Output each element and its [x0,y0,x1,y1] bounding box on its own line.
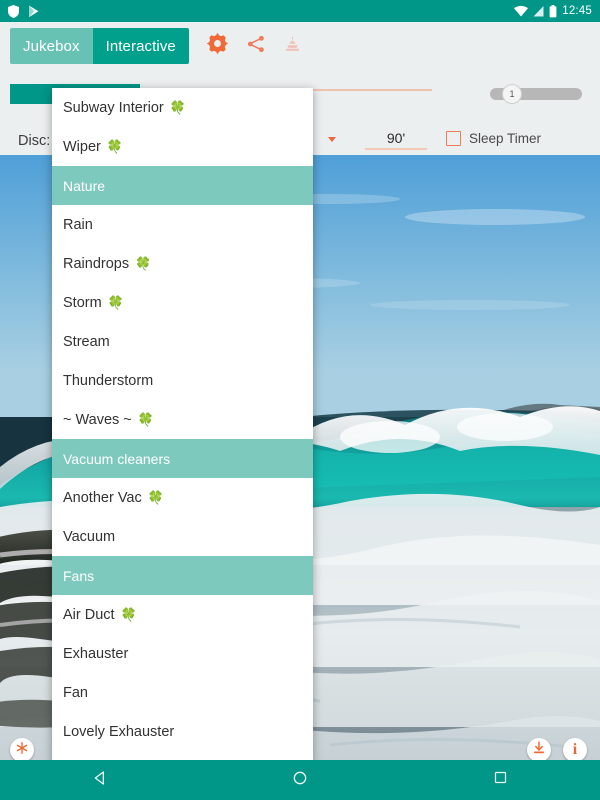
download-button[interactable] [527,738,551,762]
nav-recents-button[interactable] [470,760,530,800]
dropdown-category-header: Nature [52,166,313,205]
clover-icon: 🍀 [106,139,124,154]
clover-icon: 🍀 [147,490,164,505]
status-bar-left-icons [8,4,40,18]
clover-icon: 🍀 [137,412,154,427]
clover-icon: 🍀 [169,100,186,115]
dropdown-item[interactable]: Thunderstorm [52,361,313,400]
wifi-icon [514,5,529,17]
dropdown-item[interactable]: Stream [52,322,313,361]
chevron-down-icon[interactable] [328,137,336,142]
info-button[interactable]: i [563,738,587,762]
dropdown-item[interactable]: ~ Waves ~ 🍀 [52,400,313,439]
duration-underline [365,148,427,150]
duration-field[interactable]: 90' [365,128,427,150]
dropdown-item-label: Storm [63,294,102,311]
dropdown-item-label: ~ Waves ~ [63,411,132,428]
dropdown-category-header: Fans [52,556,313,595]
dropdown-item-label: Raindrops [63,255,130,272]
volume-knob[interactable]: 1 [502,84,522,104]
clover-icon: 🍀 [107,295,124,310]
volume-slider[interactable]: 1 [484,84,582,104]
disc-label: Disc: [18,133,51,149]
app-toolbar: Jukebox Interactive [10,28,302,64]
shield-icon [8,4,19,18]
dropdown-item[interactable]: Wiper 🍀 [52,127,313,166]
status-bar-clock: 12:45 [562,5,592,17]
dropdown-item[interactable]: Exhauster [52,634,313,673]
play-store-icon [28,5,40,18]
mode-tabs: Jukebox Interactive [10,28,189,64]
clover-icon: 🍀 [135,256,152,271]
sleep-timer-label: Sleep Timer [469,131,542,146]
info-icon: i [572,741,578,758]
dropdown-item-label: Fan [63,684,88,701]
nav-home-icon [292,770,308,791]
dropdown-item-label: Lovely Exhauster [63,723,175,740]
toolbar-icons [206,32,302,60]
dropdown-item[interactable]: Raindrops 🍀 [52,244,313,283]
dropdown-item-label: Rain [63,216,93,233]
dropdown-item[interactable]: Vacuum [52,517,313,556]
dropdown-item-label: Another Vac [63,489,142,506]
duration-value: 90' [386,130,406,146]
dropdown-item-label: Vacuum [63,528,116,545]
battery-icon [549,4,557,18]
dropdown-item[interactable]: Storm 🍀 [52,283,313,322]
download-icon [532,740,546,760]
dropdown-item-label: Subway Interior [63,99,164,116]
dropdown-item[interactable]: Rain [52,205,313,244]
dropdown-item-label: Exhauster [63,645,129,662]
sound-selection-dropdown[interactable]: Subway Interior 🍀 Wiper 🍀 Nature Rain Raindrop… [52,88,313,764]
dropdown-item[interactable]: Lovely Exhauster [52,712,313,751]
dropdown-item-label: Air Duct [63,606,115,623]
nav-back-icon [92,770,108,791]
nav-recents-icon [493,770,508,790]
checkbox-box-icon[interactable] [446,131,461,146]
dropdown-category-header: Vacuum cleaners [52,439,313,478]
nav-back-button[interactable] [70,760,130,800]
app-root: 12:45 Jukebox Interactive 1 Disc: 90' Sl… [0,0,600,800]
dropdown-item[interactable]: Air Duct 🍀 [52,595,313,634]
tab-jukebox[interactable]: Jukebox [10,28,93,64]
dropdown-item[interactable]: Another Vac 🍀 [52,478,313,517]
status-bar-right-icons: 12:45 [514,4,592,18]
dropdown-item-label: Wiper [63,138,101,155]
nav-home-button[interactable] [270,760,330,800]
settings-gear-icon[interactable] [206,32,229,60]
dropdown-item-label: Fans [63,567,95,584]
dropdown-item[interactable]: Fan [52,673,313,712]
dropdown-item-label: Vacuum cleaners [63,450,171,467]
dropdown-item-label: Thunderstorm [63,372,154,389]
cellular-signal-icon [533,5,544,17]
dropdown-item[interactable]: Subway Interior 🍀 [52,88,313,127]
status-bar: 12:45 [0,0,600,22]
android-nav-bar [0,760,600,800]
incense-burner-icon[interactable] [283,34,302,59]
sleep-timer-checkbox[interactable]: Sleep Timer [446,131,541,146]
tab-interactive[interactable]: Interactive [92,28,189,64]
dropdown-item-label: Nature [63,177,106,194]
dropdown-item-label: Stream [63,333,110,350]
snowflake-button[interactable] [10,738,34,762]
clover-icon: 🍀 [120,607,137,622]
share-icon[interactable] [246,34,266,59]
snowflake-icon [15,741,29,760]
